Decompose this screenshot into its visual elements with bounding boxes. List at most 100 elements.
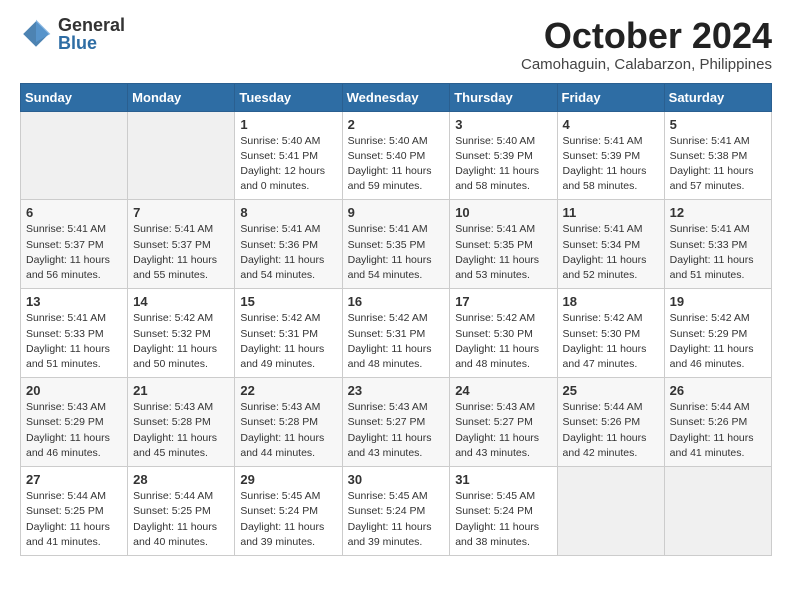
calendar-table: Sunday Monday Tuesday Wednesday Thursday… (20, 83, 772, 556)
cell-info: Sunrise: 5:45 AM Sunset: 5:24 PM Dayligh… (455, 489, 551, 550)
table-row: 11 Sunrise: 5:41 AM Sunset: 5:34 PM Dayli… (557, 200, 664, 289)
day-number: 21 (133, 383, 229, 398)
day-number: 31 (455, 472, 551, 487)
day-number: 30 (348, 472, 445, 487)
cell-info: Sunrise: 5:44 AM Sunset: 5:25 PM Dayligh… (26, 489, 122, 550)
table-row: 2 Sunrise: 5:40 AM Sunset: 5:40 PM Daylig… (342, 111, 450, 200)
day-number: 14 (133, 294, 229, 309)
day-number: 9 (348, 205, 445, 220)
header: General Blue October 2024 Camohaguin, Ca… (20, 16, 772, 73)
logo-text: General Blue (58, 16, 125, 52)
cell-info: Sunrise: 5:43 AM Sunset: 5:28 PM Dayligh… (133, 400, 229, 461)
day-number: 13 (26, 294, 122, 309)
calendar-week-row: 27 Sunrise: 5:44 AM Sunset: 5:25 PM Dayli… (21, 467, 772, 556)
table-row (557, 467, 664, 556)
day-number: 29 (240, 472, 336, 487)
day-number: 27 (26, 472, 122, 487)
col-tuesday: Tuesday (235, 83, 342, 111)
day-number: 6 (26, 205, 122, 220)
day-number: 18 (563, 294, 659, 309)
table-row: 26 Sunrise: 5:44 AM Sunset: 5:26 PM Dayli… (664, 378, 771, 467)
table-row: 23 Sunrise: 5:43 AM Sunset: 5:27 PM Dayli… (342, 378, 450, 467)
table-row: 8 Sunrise: 5:41 AM Sunset: 5:36 PM Daylig… (235, 200, 342, 289)
calendar-week-row: 1Sunrise: 5:40 AM Sunset: 5:41 PM Daylig… (21, 111, 772, 200)
cell-info: Sunrise: 5:44 AM Sunset: 5:25 PM Dayligh… (133, 489, 229, 550)
table-row: 1Sunrise: 5:40 AM Sunset: 5:41 PM Daylig… (235, 111, 342, 200)
cell-info: Sunrise: 5:41 AM Sunset: 5:35 PM Dayligh… (348, 222, 445, 283)
day-number: 3 (455, 117, 551, 132)
cell-info: Sunrise: 5:42 AM Sunset: 5:30 PM Dayligh… (455, 311, 551, 372)
cell-info: Sunrise: 5:45 AM Sunset: 5:24 PM Dayligh… (348, 489, 445, 550)
day-number: 26 (670, 383, 766, 398)
logo-general: General (58, 16, 125, 34)
cell-info: Sunrise: 5:44 AM Sunset: 5:26 PM Dayligh… (670, 400, 766, 461)
col-thursday: Thursday (450, 83, 557, 111)
day-number: 23 (348, 383, 445, 398)
table-row: 28 Sunrise: 5:44 AM Sunset: 5:25 PM Dayli… (128, 467, 235, 556)
col-wednesday: Wednesday (342, 83, 450, 111)
day-number: 17 (455, 294, 551, 309)
day-number: 2 (348, 117, 445, 132)
day-number: 4 (563, 117, 659, 132)
day-number: 16 (348, 294, 445, 309)
cell-info: Sunrise: 5:41 AM Sunset: 5:34 PM Dayligh… (563, 222, 659, 283)
day-number: 5 (670, 117, 766, 132)
table-row: 29 Sunrise: 5:45 AM Sunset: 5:24 PM Dayli… (235, 467, 342, 556)
table-row: 10Sunrise: 5:41 AM Sunset: 5:35 PM Dayli… (450, 200, 557, 289)
cell-info: Sunrise: 5:40 AM Sunset: 5:39 PM Dayligh… (455, 134, 551, 195)
title-block: October 2024 Camohaguin, Calabarzon, Phi… (521, 16, 772, 73)
cell-info: Sunrise: 5:42 AM Sunset: 5:31 PM Dayligh… (240, 311, 336, 372)
day-number: 12 (670, 205, 766, 220)
table-row (664, 467, 771, 556)
day-number: 7 (133, 205, 229, 220)
table-row: 27 Sunrise: 5:44 AM Sunset: 5:25 PM Dayli… (21, 467, 128, 556)
table-row: 6 Sunrise: 5:41 AM Sunset: 5:37 PM Daylig… (21, 200, 128, 289)
cell-info: Sunrise: 5:41 AM Sunset: 5:39 PM Dayligh… (563, 134, 659, 195)
month-title: October 2024 (521, 16, 772, 56)
cell-info: Sunrise: 5:42 AM Sunset: 5:31 PM Dayligh… (348, 311, 445, 372)
table-row: 16 Sunrise: 5:42 AM Sunset: 5:31 PM Dayli… (342, 289, 450, 378)
table-row: 7 Sunrise: 5:41 AM Sunset: 5:37 PM Daylig… (128, 200, 235, 289)
cell-info: Sunrise: 5:45 AM Sunset: 5:24 PM Dayligh… (240, 489, 336, 550)
cell-info: Sunrise: 5:41 AM Sunset: 5:38 PM Dayligh… (670, 134, 766, 195)
cell-info: Sunrise: 5:42 AM Sunset: 5:29 PM Dayligh… (670, 311, 766, 372)
cell-info: Sunrise: 5:41 AM Sunset: 5:36 PM Dayligh… (240, 222, 336, 283)
table-row: 25Sunrise: 5:44 AM Sunset: 5:26 PM Dayli… (557, 378, 664, 467)
table-row: 4 Sunrise: 5:41 AM Sunset: 5:39 PM Daylig… (557, 111, 664, 200)
logo-blue-text: Blue (58, 34, 125, 52)
day-number: 10 (455, 205, 551, 220)
day-number: 28 (133, 472, 229, 487)
cell-info: Sunrise: 5:41 AM Sunset: 5:33 PM Dayligh… (670, 222, 766, 283)
day-number: 11 (563, 205, 659, 220)
table-row: 24Sunrise: 5:43 AM Sunset: 5:27 PM Dayli… (450, 378, 557, 467)
table-row: 19Sunrise: 5:42 AM Sunset: 5:29 PM Dayli… (664, 289, 771, 378)
calendar-week-row: 20Sunrise: 5:43 AM Sunset: 5:29 PM Dayli… (21, 378, 772, 467)
cell-info: Sunrise: 5:42 AM Sunset: 5:32 PM Dayligh… (133, 311, 229, 372)
cell-info: Sunrise: 5:41 AM Sunset: 5:37 PM Dayligh… (26, 222, 122, 283)
table-row: 21 Sunrise: 5:43 AM Sunset: 5:28 PM Dayli… (128, 378, 235, 467)
calendar-header-row: Sunday Monday Tuesday Wednesday Thursday… (21, 83, 772, 111)
col-sunday: Sunday (21, 83, 128, 111)
table-row: 9 Sunrise: 5:41 AM Sunset: 5:35 PM Daylig… (342, 200, 450, 289)
table-row: 18Sunrise: 5:42 AM Sunset: 5:30 PM Dayli… (557, 289, 664, 378)
table-row: 13Sunrise: 5:41 AM Sunset: 5:33 PM Dayli… (21, 289, 128, 378)
logo: General Blue (20, 16, 125, 52)
calendar-week-row: 13Sunrise: 5:41 AM Sunset: 5:33 PM Dayli… (21, 289, 772, 378)
table-row: 14 Sunrise: 5:42 AM Sunset: 5:32 PM Dayli… (128, 289, 235, 378)
cell-info: Sunrise: 5:41 AM Sunset: 5:37 PM Dayligh… (133, 222, 229, 283)
table-row: 15Sunrise: 5:42 AM Sunset: 5:31 PM Dayli… (235, 289, 342, 378)
cell-info: Sunrise: 5:43 AM Sunset: 5:27 PM Dayligh… (348, 400, 445, 461)
col-saturday: Saturday (664, 83, 771, 111)
table-row: 22Sunrise: 5:43 AM Sunset: 5:28 PM Dayli… (235, 378, 342, 467)
table-row: 5 Sunrise: 5:41 AM Sunset: 5:38 PM Daylig… (664, 111, 771, 200)
col-monday: Monday (128, 83, 235, 111)
table-row (128, 111, 235, 200)
day-number: 8 (240, 205, 336, 220)
location: Camohaguin, Calabarzon, Philippines (521, 56, 772, 73)
cell-info: Sunrise: 5:44 AM Sunset: 5:26 PM Dayligh… (563, 400, 659, 461)
cell-info: Sunrise: 5:40 AM Sunset: 5:40 PM Dayligh… (348, 134, 445, 195)
table-row: 17 Sunrise: 5:42 AM Sunset: 5:30 PM Dayli… (450, 289, 557, 378)
table-row (21, 111, 128, 200)
table-row: 3 Sunrise: 5:40 AM Sunset: 5:39 PM Daylig… (450, 111, 557, 200)
table-row: 12 Sunrise: 5:41 AM Sunset: 5:33 PM Dayli… (664, 200, 771, 289)
